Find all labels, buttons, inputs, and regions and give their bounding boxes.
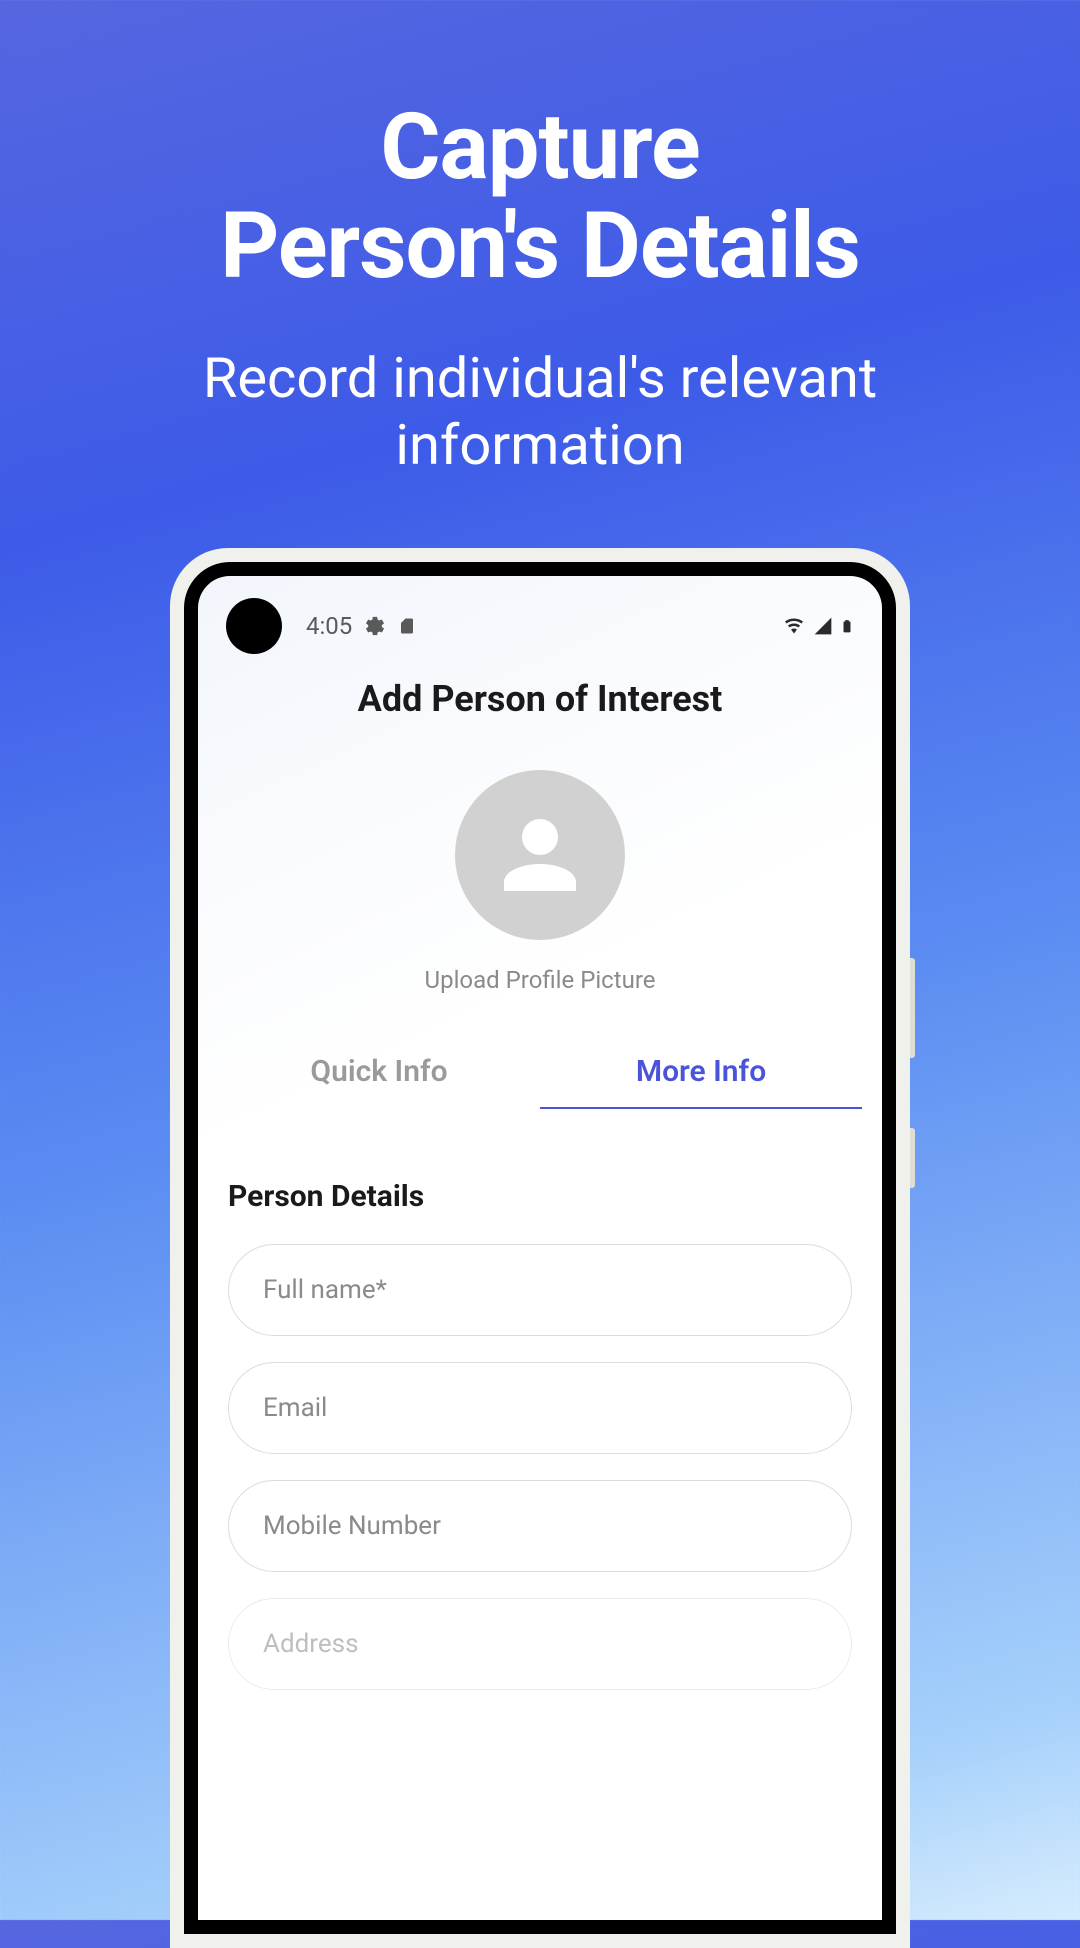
- tab-quick-info[interactable]: Quick Info: [218, 1036, 540, 1109]
- tab-bar: Quick Info More Info: [198, 1036, 882, 1109]
- address-input[interactable]: [228, 1598, 852, 1690]
- phone-side-button: [910, 1128, 915, 1188]
- tab-more-info[interactable]: More Info: [540, 1036, 862, 1109]
- phone-screen: 4:05: [198, 576, 882, 1920]
- camera-punch-hole: [226, 598, 282, 654]
- email-input[interactable]: [228, 1362, 852, 1454]
- wifi-icon: [782, 616, 806, 636]
- upload-profile-label: Upload Profile Picture: [425, 966, 656, 994]
- status-bar: 4:05: [198, 576, 882, 644]
- headline-line-1: Capture: [380, 94, 699, 201]
- gear-icon: [364, 615, 386, 637]
- form-fields: [198, 1244, 882, 1690]
- person-icon: [486, 801, 594, 909]
- status-time: 4:05: [306, 612, 352, 640]
- status-bar-left: 4:05: [306, 612, 416, 640]
- phone-bezel: 4:05: [184, 562, 896, 1934]
- section-title-person-details: Person Details: [228, 1179, 852, 1214]
- status-bar-right: [782, 615, 854, 637]
- sd-card-icon: [398, 615, 416, 637]
- phone-device-frame: 4:05: [170, 548, 910, 1948]
- fullname-input[interactable]: [228, 1244, 852, 1336]
- headline-line-2: Person's Details: [220, 193, 860, 300]
- avatar-upload-section: Upload Profile Picture: [198, 770, 882, 994]
- battery-icon: [840, 615, 854, 637]
- subheadline-line-1: Record individual's relevant: [203, 345, 877, 411]
- marketing-headline: Capture Person's Details: [0, 0, 1080, 297]
- avatar-upload-button[interactable]: [455, 770, 625, 940]
- phone-side-button: [910, 958, 915, 1058]
- page-title: Add Person of Interest: [198, 678, 882, 720]
- marketing-subheadline: Record individual's relevant information: [0, 345, 1080, 479]
- signal-icon: [812, 616, 834, 636]
- mobile-input[interactable]: [228, 1480, 852, 1572]
- subheadline-line-2: information: [395, 412, 684, 478]
